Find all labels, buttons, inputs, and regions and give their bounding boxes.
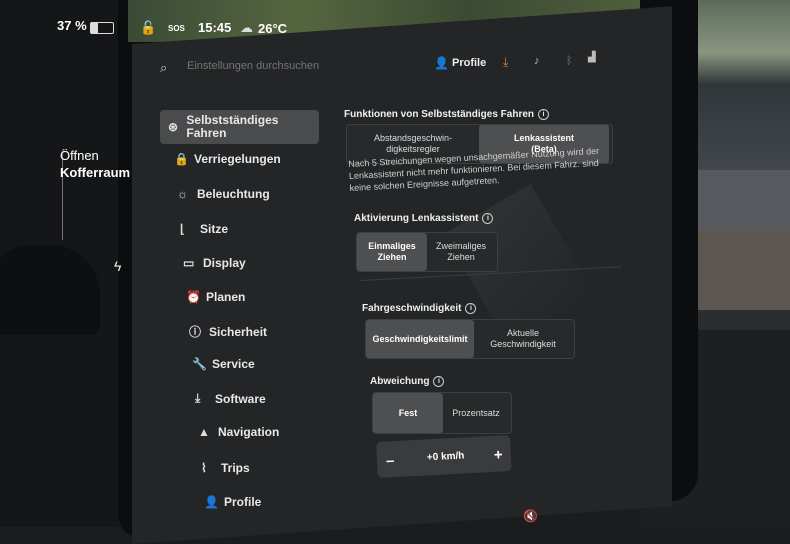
sidebar-item-locks[interactable]: 🔒 Verriegelungen (174, 152, 281, 166)
offset-mode-selector: Fest Prozentsatz (372, 392, 512, 434)
sos-indicator: SOS (168, 24, 185, 33)
battery-icon (90, 22, 114, 34)
offset-value: +0 km/h (426, 450, 465, 464)
bell-icon[interactable]: ♪ (534, 55, 540, 67)
info-icon[interactable]: i (482, 213, 494, 224)
clock: 15:45 (198, 20, 232, 35)
temperature: 26°C (258, 21, 288, 36)
car-image (0, 245, 100, 335)
sidebar-item-profile[interactable]: 👤 Profile (204, 495, 261, 509)
download-icon: ⤓ (195, 391, 201, 405)
info-icon[interactable]: i (538, 109, 550, 120)
sidebar-item-navigation[interactable]: ▲ Navigation (198, 425, 279, 439)
wrench-icon: 🔧 (192, 357, 207, 371)
alarm-clock-icon: ⏰ (186, 290, 201, 304)
sidebar-item-lights[interactable]: ☼ Beleuchtung (177, 187, 270, 201)
option-speed-limit[interactable]: Geschwindigkeitslimit (366, 320, 474, 358)
option-double-pull[interactable]: Zweimaliges Ziehen (427, 233, 495, 271)
steering-wheel-icon: ⊛ (168, 119, 179, 134)
option-fixed[interactable]: Fest (373, 393, 443, 433)
option-current-speed[interactable]: Aktuelle Geschwindigkeit (474, 320, 572, 358)
increase-button[interactable]: + (493, 446, 503, 463)
speed-mode-selector: Geschwindigkeitslimit Aktuelle Geschwind… (365, 319, 575, 359)
sidebar-item-service[interactable]: 🔧 Service (192, 357, 255, 371)
sidebar-item-schedule[interactable]: ⏰ Planen (186, 290, 245, 304)
info-icon[interactable]: i (465, 303, 477, 314)
display-icon: ▭ (183, 256, 195, 270)
decrease-button[interactable]: – (386, 452, 395, 469)
navigation-arrow-icon: ▲ (198, 425, 210, 439)
profile-label[interactable]: Profile (452, 57, 486, 69)
bluetooth-icon[interactable]: ᛒ (566, 55, 573, 67)
volume-mute-icon[interactable]: 🔇 (523, 509, 538, 523)
autopilot-features-heading: Funktionen von Selbstständiges Fahren i (344, 109, 550, 120)
option-single-pull[interactable]: Einmaliges Ziehen (357, 233, 427, 271)
seat-icon: ⌊ (180, 222, 185, 236)
download-icon[interactable]: ⤓ (503, 55, 508, 70)
sidebar-item-display[interactable]: ▭ Display (183, 256, 246, 270)
battery-percent: 37 % (57, 18, 87, 33)
speed-heading: Fahrgeschwindigkeit i (362, 303, 477, 314)
activation-selector: Einmaliges Ziehen Zweimaliges Ziehen (356, 232, 498, 272)
lock-icon: 🔒 (174, 152, 189, 166)
sidebar-item-safety[interactable]: ⓘ Sicherheit (189, 323, 267, 340)
info-icon[interactable]: i (433, 376, 445, 387)
sidebar-item-software[interactable]: ⤓ Software (195, 391, 266, 406)
offset-stepper: – +0 km/h + (376, 434, 512, 478)
trips-icon: ⌇ (201, 461, 207, 475)
lock-status-icon[interactable]: 🔓 (140, 20, 156, 36)
sidebar-item-autopilot[interactable]: ⊛ Selbstständiges Fahren (160, 110, 319, 144)
search-input[interactable] (187, 60, 387, 72)
sun-icon: ☼ (177, 187, 188, 201)
person-icon: 👤 (204, 495, 219, 509)
search-icon: ⌕ (160, 60, 168, 75)
info-circle-icon: ⓘ (189, 325, 202, 339)
weather-icon: ☁ (240, 20, 253, 35)
sidebar-item-trips[interactable]: ⌇ Trips (201, 461, 250, 475)
offset-heading: Abweichung i (370, 376, 445, 387)
open-trunk-button[interactable]: Öffnen Kofferraum (60, 147, 130, 181)
option-percentage[interactable]: Prozentsatz (443, 393, 509, 433)
sidebar-item-seats[interactable]: ⌊ Sitze (180, 222, 228, 236)
signal-icon: ▟ (588, 52, 596, 63)
profile-icon[interactable]: 👤 (434, 56, 449, 70)
charge-bolt-icon[interactable]: ϟ (114, 258, 121, 274)
activation-heading: Aktivierung Lenkassistent i (354, 213, 494, 224)
